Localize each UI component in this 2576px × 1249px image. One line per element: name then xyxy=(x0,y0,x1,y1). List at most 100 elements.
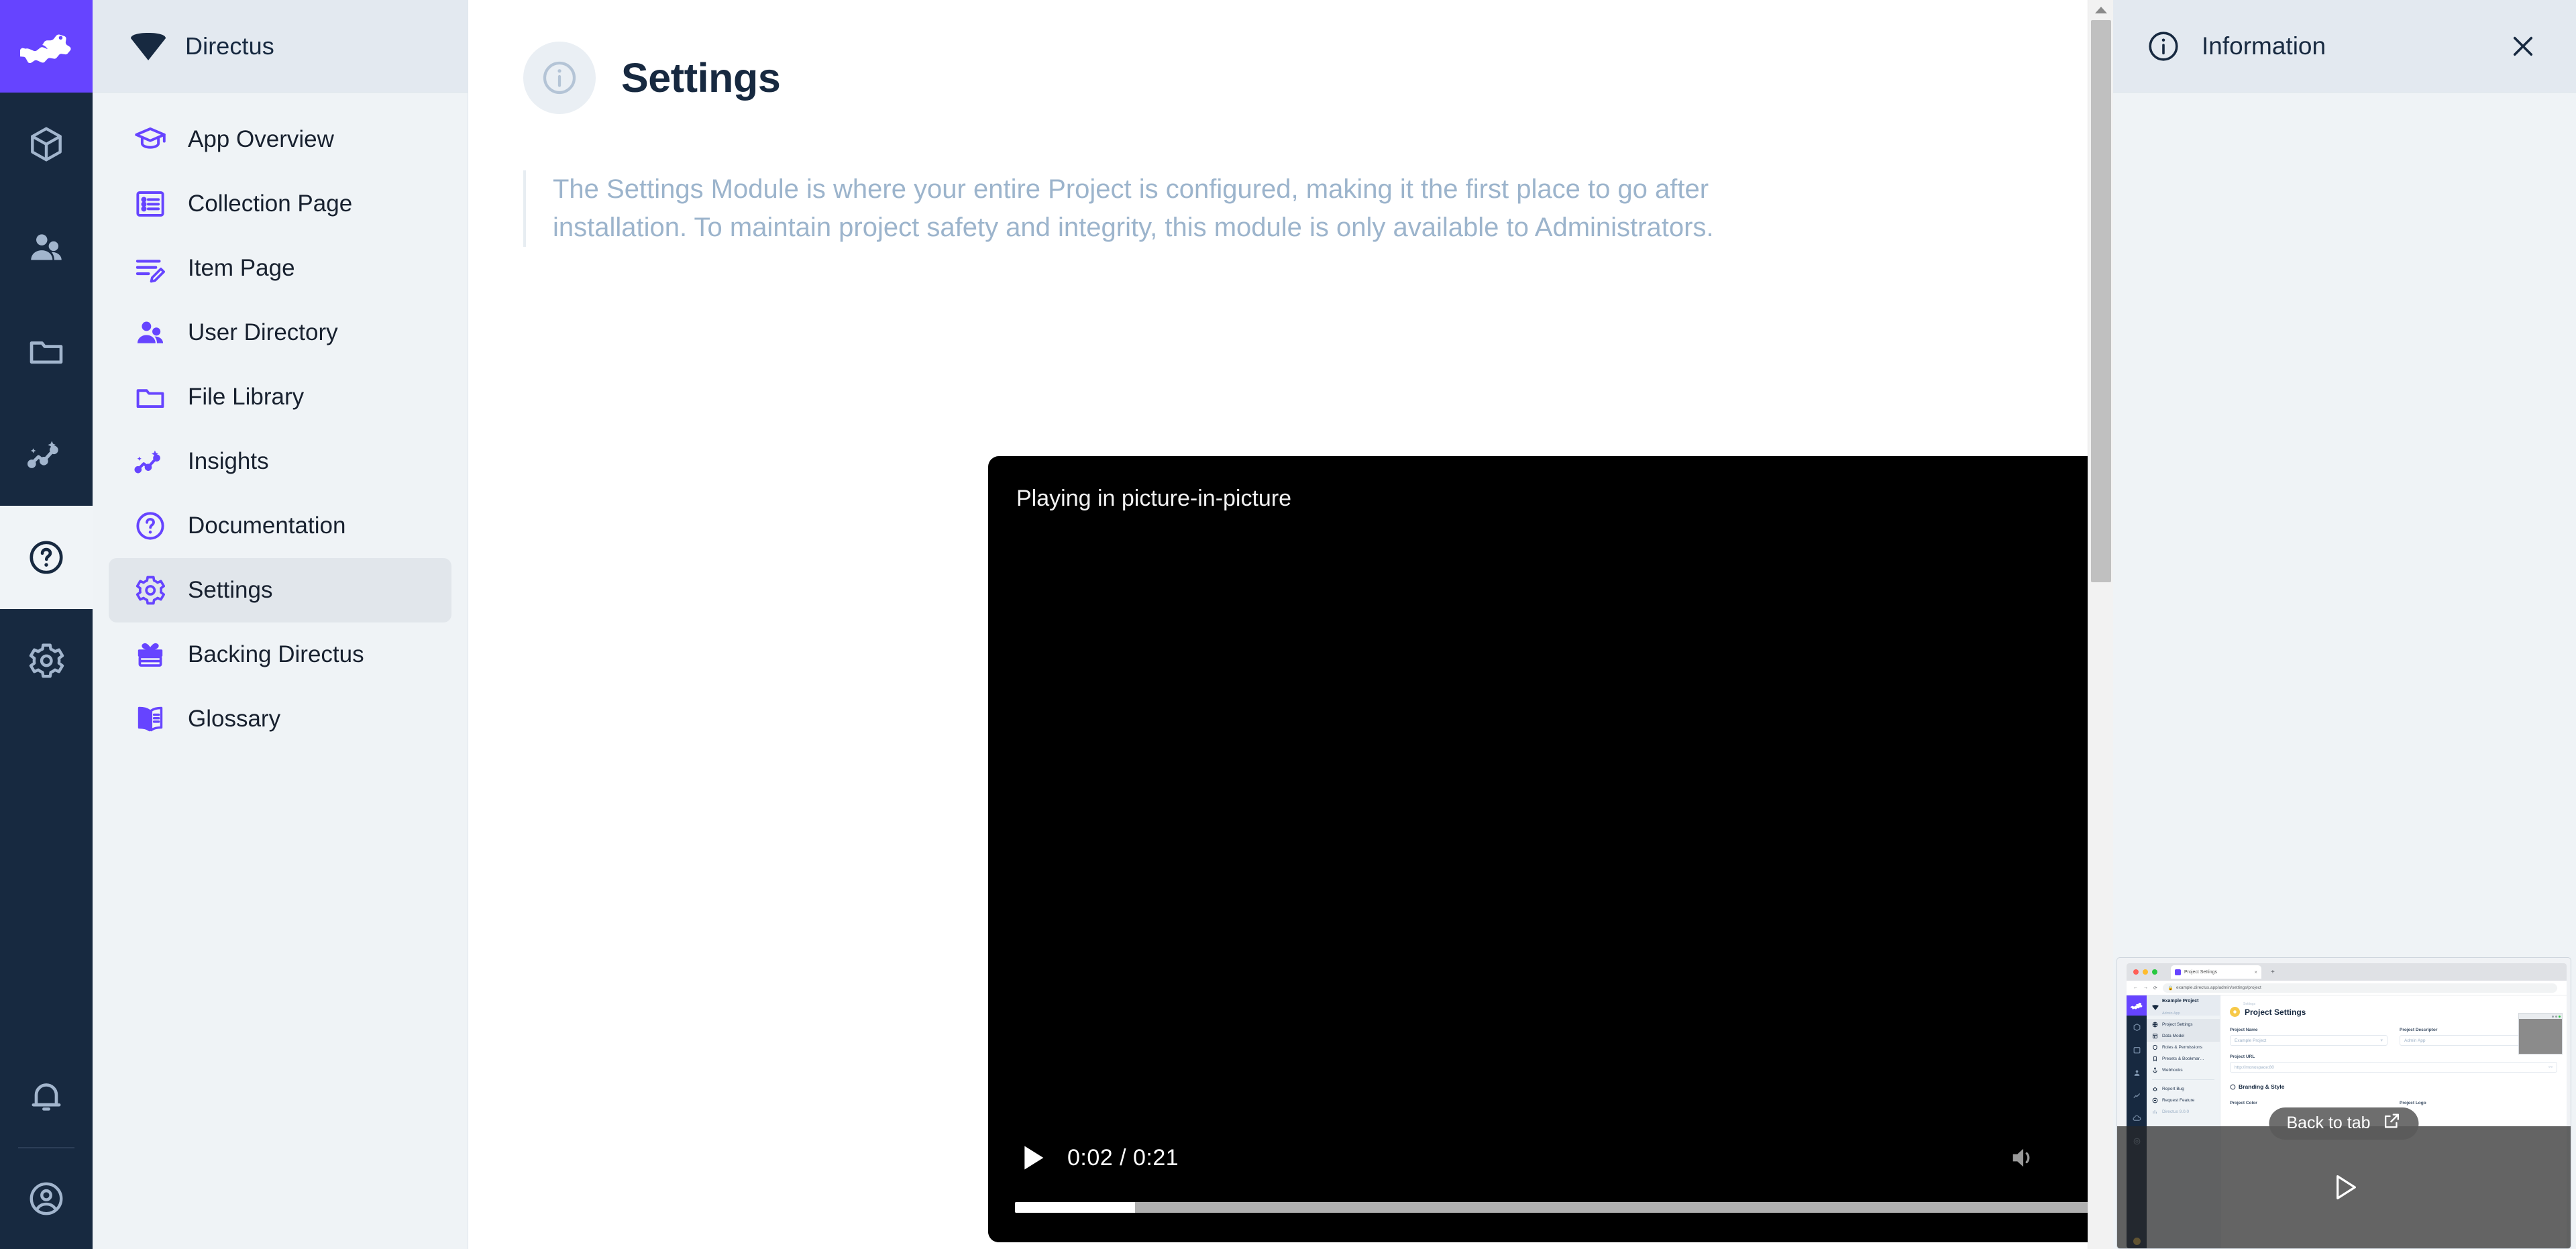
plus-icon[interactable]: + xyxy=(2271,969,2275,976)
sidebar-item-glossary[interactable]: Glossary xyxy=(109,687,451,751)
bug-icon xyxy=(2152,1086,2158,1092)
module-rail-item-user-directory[interactable] xyxy=(0,196,93,299)
module-rail-item-documentation[interactable] xyxy=(0,506,93,609)
pip-nav-item-label: Data Model xyxy=(2162,1034,2185,1038)
sidebar-item-app-overview[interactable]: App Overview xyxy=(109,107,451,172)
gear-icon xyxy=(29,643,64,678)
sidebar-item-documentation[interactable]: Documentation xyxy=(109,494,451,558)
pip-nav-item-data-model[interactable]: Data Model xyxy=(2147,1030,2220,1042)
close-icon[interactable]: × xyxy=(2254,969,2257,975)
bell-icon xyxy=(32,1083,61,1111)
pip-nav-item-project-settings[interactable]: Project Settings xyxy=(2147,1019,2220,1030)
pip-mini-window xyxy=(2518,1013,2563,1054)
sidebar-item-label: File Library xyxy=(188,384,305,410)
nav-sidebar-header: Directus xyxy=(93,0,468,93)
video-time-display: 0:02 / 0:21 xyxy=(1067,1144,1179,1171)
lock-icon: 🔒 xyxy=(2167,985,2174,991)
close-icon[interactable] xyxy=(2505,28,2541,64)
plus-circle-icon xyxy=(2152,1097,2158,1103)
pip-nav-item-report-bug[interactable]: Report Bug xyxy=(2147,1083,2220,1095)
link-icon[interactable]: ⚯ xyxy=(2548,1065,2553,1070)
pip-field-label: Project Logo xyxy=(2400,1101,2426,1105)
page-header: Settings xyxy=(468,0,2113,114)
account-circle-icon xyxy=(30,1182,63,1215)
video-progress-bar[interactable] xyxy=(1015,1202,2113,1213)
sidebar-item-file-library[interactable]: File Library xyxy=(109,365,451,429)
dot-icon xyxy=(2555,1015,2557,1018)
pip-nav-item-presets-bookmarks[interactable]: Presets & Bookmar… xyxy=(2147,1053,2220,1065)
page-description: The Settings Module is where your entire… xyxy=(553,174,1714,242)
pip-rail-content-icon[interactable] xyxy=(2127,1016,2147,1038)
play-icon[interactable] xyxy=(1014,1139,1051,1177)
pip-rail-insights-icon[interactable] xyxy=(2127,1084,2147,1107)
pip-field-project-url: Project URL http://monospace:80 ⚯ xyxy=(2230,1054,2557,1073)
back-arrow-icon[interactable]: ← xyxy=(2133,985,2138,990)
information-panel-header: Information xyxy=(2113,0,2576,93)
module-rail-item-file-library[interactable] xyxy=(0,299,93,402)
gift-icon xyxy=(133,637,168,672)
sidebar-item-label: Settings xyxy=(188,577,273,603)
pip-nav-item-roles-permissions[interactable]: Roles & Permissions xyxy=(2147,1042,2220,1053)
page-description-block: The Settings Module is where your entire… xyxy=(523,170,1764,247)
volume-icon[interactable] xyxy=(2000,1134,2047,1181)
pip-project-subtitle: Admin App xyxy=(2162,1012,2180,1016)
sidebar-item-backing-directus[interactable]: Backing Directus xyxy=(109,622,451,687)
sidebar-item-settings[interactable]: Settings xyxy=(109,558,451,622)
pip-field-value: Example Project xyxy=(2235,1038,2267,1043)
address-bar[interactable]: 🔒 example.directus.app/admin/settings/pr… xyxy=(2162,983,2557,993)
page-title: Settings xyxy=(621,55,781,101)
favicon-icon xyxy=(2175,969,2181,975)
account-button[interactable] xyxy=(0,1148,93,1249)
reload-icon[interactable]: ⟳ xyxy=(2153,985,2157,991)
module-rail-item-settings[interactable] xyxy=(0,609,93,712)
dot-icon xyxy=(2552,1015,2554,1018)
question-circle-icon xyxy=(30,541,63,574)
window-minimize-dot[interactable] xyxy=(2143,969,2148,975)
sidebar-item-label: Item Page xyxy=(188,255,295,281)
pip-nav-item-webhooks[interactable]: Webhooks xyxy=(2147,1065,2220,1076)
play-triangle-icon[interactable] xyxy=(2325,1169,2363,1206)
pip-field-input[interactable]: http://monospace:80 ⚯ xyxy=(2230,1062,2557,1073)
pip-field-input[interactable]: Example Project ▾ xyxy=(2230,1035,2387,1046)
notifications-button[interactable] xyxy=(0,1046,93,1147)
graduation-cap-icon xyxy=(133,122,168,157)
pip-field-value: http://monospace:80 xyxy=(2235,1065,2274,1070)
sidebar-item-insights[interactable]: Insights xyxy=(109,429,451,494)
pip-browser-tab[interactable]: Project Settings × xyxy=(2171,965,2261,979)
pip-nav-item-label: Report Bug xyxy=(2162,1087,2184,1091)
pip-nav-item-label: Roles & Permissions xyxy=(2162,1045,2202,1050)
pip-field-value: Admin App xyxy=(2404,1038,2426,1043)
video-player[interactable]: Playing in picture-in-picture 0:02 / 0:2… xyxy=(988,456,2113,1242)
dot-icon xyxy=(2559,1015,2561,1018)
edit-lines-icon xyxy=(133,251,168,286)
pip-nav-item-request-feature[interactable]: Request Feature xyxy=(2147,1095,2220,1106)
pip-rail-users-icon[interactable] xyxy=(2127,1061,2147,1084)
main-scrollbar[interactable] xyxy=(2088,0,2113,1249)
information-panel-title: Information xyxy=(2202,32,2326,60)
module-rail-item-insights[interactable] xyxy=(0,402,93,506)
directus-wedge-logo-icon xyxy=(2152,1002,2159,1010)
picture-in-picture-window[interactable]: Project Settings × + ← → ⟳ 🔒 example.dir… xyxy=(2116,957,2571,1249)
window-zoom-dot[interactable] xyxy=(2152,969,2157,975)
back-to-tab-button[interactable]: Back to tab xyxy=(2269,1107,2419,1140)
scrollbar-thumb[interactable] xyxy=(2091,20,2111,582)
module-rail-bottom xyxy=(0,1046,93,1249)
dropdown-caret-icon[interactable]: ▾ xyxy=(2380,1038,2383,1043)
pip-field-label: Project Color xyxy=(2230,1101,2257,1105)
forward-arrow-icon[interactable]: → xyxy=(2143,985,2148,990)
sidebar-item-item-page[interactable]: Item Page xyxy=(109,236,451,301)
pip-breadcrumb: Settings xyxy=(2243,1002,2256,1006)
sidebar-item-collection-page[interactable]: Collection Page xyxy=(109,172,451,236)
sidebar-item-user-directory[interactable]: User Directory xyxy=(109,301,451,365)
pip-video-overlay[interactable] xyxy=(2117,1126,2571,1248)
question-circle-icon xyxy=(133,508,168,543)
data-icon xyxy=(2152,1033,2158,1039)
app-root: Directus App Overview Collection Page It… xyxy=(0,0,2576,1249)
directus-rabbit-logo-icon[interactable] xyxy=(0,0,93,93)
pip-field-project-name: Project Name Example Project ▾ xyxy=(2230,1028,2387,1046)
window-close-dot[interactable] xyxy=(2133,969,2139,975)
pip-rail-files-icon[interactable] xyxy=(2127,1038,2147,1061)
sidebar-item-label: Documentation xyxy=(188,512,346,539)
module-rail-item-content[interactable] xyxy=(0,93,93,196)
chevron-up-icon[interactable] xyxy=(2088,0,2113,20)
